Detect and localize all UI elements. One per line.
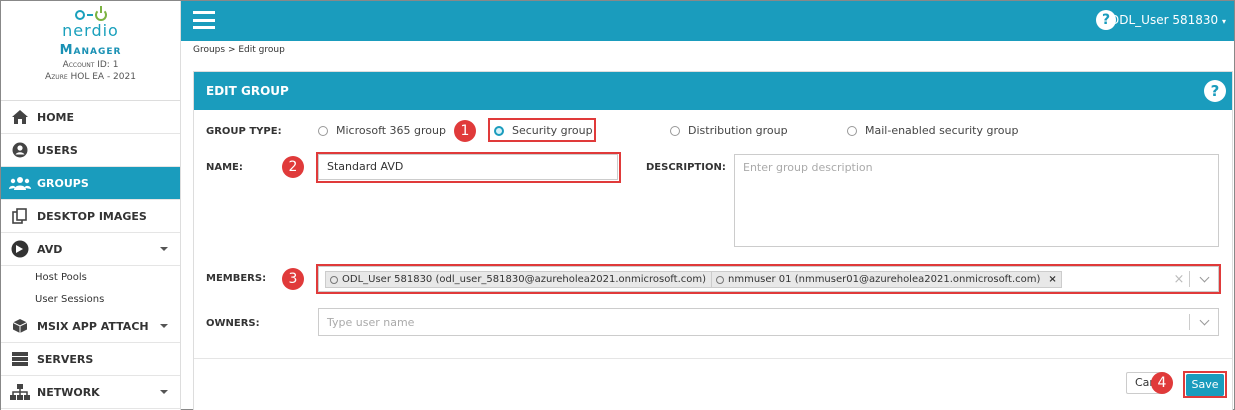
- sidebar-item-label: MSIX APP ATTACH: [37, 319, 149, 333]
- chevron-down-icon[interactable]: [160, 390, 168, 394]
- server-icon: [9, 351, 31, 367]
- step-badge-3: 3: [282, 268, 304, 290]
- highlight-box-save: [1183, 371, 1227, 398]
- avd-icon: [9, 240, 31, 258]
- footer-divider: [194, 358, 1232, 359]
- edit-group-panel: EDIT GROUP ? GROUP TYPE: Microsoft 365 g…: [193, 71, 1233, 410]
- panel-header: EDIT GROUP ?: [194, 72, 1232, 110]
- user-menu[interactable]: ODL_User 581830 ▾: [1110, 13, 1226, 27]
- highlight-box-security-group: [488, 118, 596, 142]
- owners-label: OWNERS:: [206, 318, 260, 329]
- sidebar-item-label: NETWORK: [37, 385, 100, 399]
- network-icon: [9, 384, 31, 400]
- user-circle-icon: [9, 142, 31, 158]
- sidebar-item-network[interactable]: NETWORK: [1, 376, 180, 409]
- step-badge-4: 4: [1151, 372, 1173, 394]
- radio-label: Microsoft 365 group: [336, 124, 446, 137]
- sidebar-subitem-user-sessions[interactable]: User Sessions: [1, 288, 180, 310]
- sidebar-item-desktop-images[interactable]: DESKTOP IMAGES: [1, 200, 180, 233]
- owners-select[interactable]: Type user name: [318, 308, 1219, 336]
- users-group-icon: [9, 175, 31, 191]
- step-badge-2: 2: [282, 156, 304, 178]
- sidebar-item-msix[interactable]: MSIX APP ATTACH: [1, 310, 180, 343]
- brand: nerdio Manager Account ID: 1 Azure HOL E…: [1, 1, 180, 101]
- owners-placeholder: Type user name: [327, 316, 415, 329]
- user-name: ODL_User 581830: [1109, 13, 1219, 27]
- sidebar-subitem-host-pools[interactable]: Host Pools: [1, 266, 180, 288]
- members-label: MEMBERS:: [206, 273, 267, 284]
- chevron-down-icon[interactable]: [1190, 315, 1218, 326]
- breadcrumb: Groups > Edit group: [193, 45, 285, 55]
- radio-label: Distribution group: [688, 124, 788, 137]
- sidebar-item-label: AVD: [37, 242, 63, 256]
- home-icon: [9, 109, 31, 125]
- radio-icon: [318, 125, 328, 136]
- select-controls: [1189, 309, 1218, 335]
- description-label: DESCRIPTION:: [646, 162, 726, 173]
- panel-title: EDIT GROUP: [206, 84, 289, 98]
- radio-microsoft-365[interactable]: Microsoft 365 group: [318, 124, 446, 137]
- highlight-box-name: [316, 152, 621, 183]
- copy-icon: [9, 208, 31, 224]
- cube-icon: [9, 318, 31, 334]
- description-placeholder: Enter group description: [743, 161, 873, 174]
- product-name: Manager: [59, 43, 122, 58]
- sidebar-item-avd[interactable]: AVD: [1, 233, 180, 266]
- radio-label: Mail-enabled security group: [865, 124, 1019, 137]
- sidebar-item-label: SERVERS: [37, 352, 94, 366]
- sidebar-item-label: USERS: [37, 143, 78, 157]
- account-id: Account ID: 1: [62, 60, 119, 70]
- sidebar-item-label: DESKTOP IMAGES: [37, 209, 147, 223]
- sidebar-item-label: GROUPS: [37, 176, 89, 190]
- chevron-down-icon[interactable]: [160, 324, 168, 328]
- description-textarea[interactable]: Enter group description: [734, 154, 1219, 247]
- hamburger-menu-icon[interactable]: [193, 11, 215, 29]
- sidebar-item-servers[interactable]: SERVERS: [1, 343, 180, 376]
- sidebar-item-home[interactable]: HOME: [1, 101, 180, 134]
- radio-icon: [847, 125, 857, 136]
- caret-down-icon: ▾: [1221, 17, 1226, 26]
- radio-distribution-group[interactable]: Distribution group: [670, 124, 788, 137]
- radio-mail-enabled-security-group[interactable]: Mail-enabled security group: [847, 124, 1018, 137]
- top-bar: ? ODL_User 581830 ▾: [181, 1, 1234, 41]
- highlight-box-members: [316, 264, 1221, 294]
- sidebar-item-label: HOME: [37, 110, 75, 124]
- name-label: NAME:: [206, 162, 243, 173]
- help-icon[interactable]: ?: [1204, 80, 1226, 102]
- sidebar: nerdio Manager Account ID: 1 Azure HOL E…: [1, 1, 181, 410]
- radio-icon: [670, 125, 680, 136]
- group-type-label: GROUP TYPE:: [206, 126, 282, 137]
- chevron-down-icon[interactable]: [160, 247, 168, 251]
- sidebar-item-groups[interactable]: GROUPS: [1, 167, 180, 200]
- step-badge-1: 1: [454, 120, 476, 142]
- brand-name: nerdio: [62, 21, 119, 40]
- sidebar-item-users[interactable]: USERS: [1, 134, 180, 167]
- tenant-name: Azure HOL EA - 2021: [45, 72, 136, 82]
